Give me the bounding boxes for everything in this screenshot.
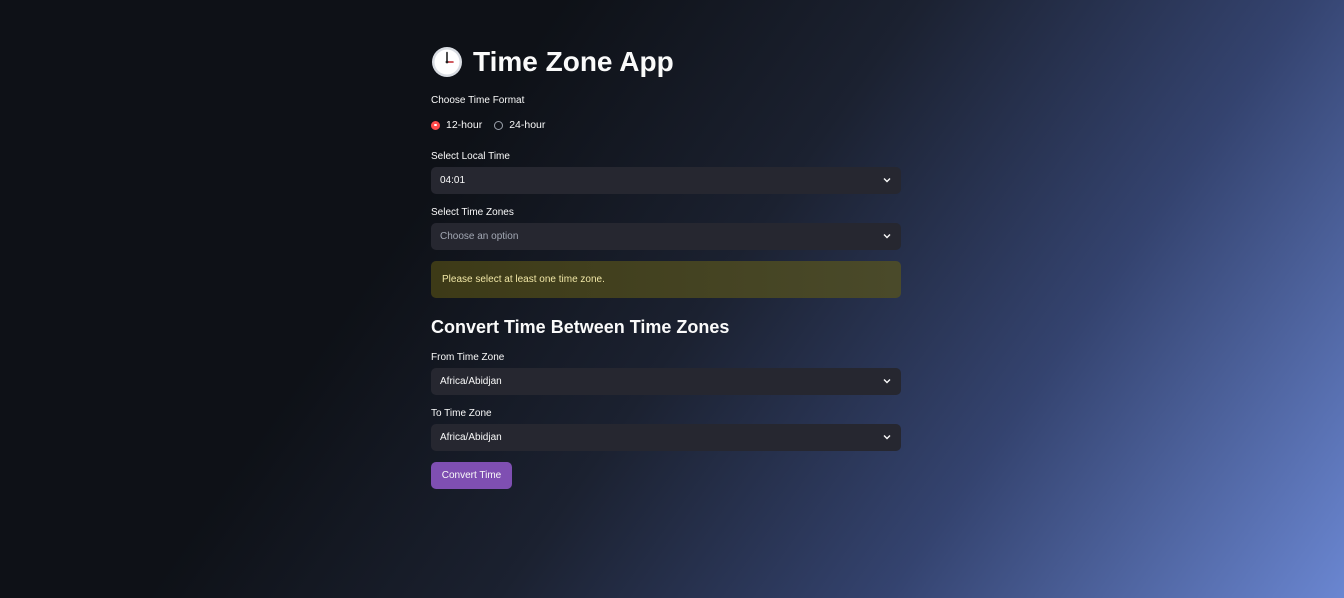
warning-alert: Please select at least one time zone. (431, 261, 901, 298)
to-time-zone-select[interactable]: Africa/Abidjan (431, 424, 901, 451)
to-time-zone-label: To Time Zone (431, 408, 492, 419)
radio-12-hour-label: 12-hour (446, 119, 483, 131)
radio-unselected-icon (494, 120, 504, 130)
local-time-select[interactable]: 04:01 (431, 167, 901, 194)
clock-icon (432, 47, 462, 77)
time-format-radio-group: 12-hour 24-hour (431, 119, 557, 131)
radio-selected-icon (431, 120, 440, 130)
time-zones-placeholder: Choose an option (440, 231, 519, 242)
radio-24-hour[interactable]: 24-hour (494, 119, 545, 131)
chevron-down-icon (883, 379, 891, 384)
convert-heading: Convert Time Between Time Zones (431, 317, 730, 337)
radio-12-hour[interactable]: 12-hour (431, 119, 482, 131)
from-time-zone-value: Africa/Abidjan (440, 376, 502, 387)
time-format-label: Choose Time Format (431, 95, 525, 106)
page-title-text: Time Zone App (473, 46, 674, 77)
chevron-down-icon (883, 178, 891, 183)
from-time-zone-label: From Time Zone (431, 352, 505, 363)
from-time-zone-select[interactable]: Africa/Abidjan (431, 368, 901, 395)
time-zones-multiselect[interactable]: Choose an option (431, 223, 901, 250)
local-time-value: 04:01 (440, 175, 466, 186)
page-title: Time Zone App (431, 46, 674, 78)
radio-24-hour-label: 24-hour (509, 119, 546, 131)
chevron-down-icon (883, 435, 891, 440)
convert-time-button[interactable]: Convert Time (431, 462, 512, 489)
time-zones-label: Select Time Zones (431, 207, 514, 218)
local-time-label: Select Local Time (431, 151, 510, 162)
to-time-zone-value: Africa/Abidjan (440, 432, 502, 443)
chevron-down-icon (883, 234, 891, 239)
warning-text: Please select at least one time zone. (442, 274, 605, 285)
